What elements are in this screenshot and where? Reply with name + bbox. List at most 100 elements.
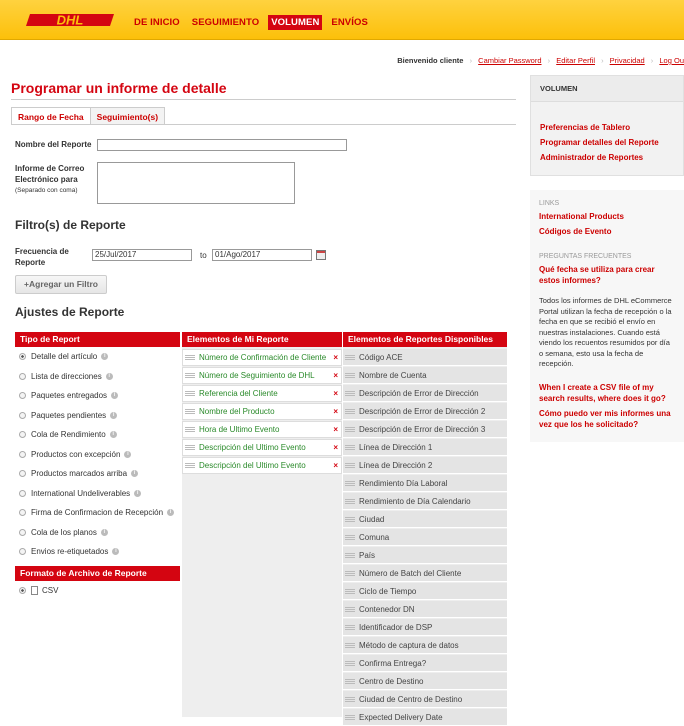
radio-button[interactable] (19, 392, 26, 400)
privacy-link[interactable]: Privacidad (610, 56, 645, 65)
drag-handle-icon[interactable] (345, 696, 355, 702)
remove-icon[interactable]: × (333, 443, 338, 452)
report-type-option[interactable]: Cola de Rendimiento i (15, 425, 180, 445)
nav-inicio[interactable]: DE INICIO (131, 15, 183, 30)
sidebar-link-event-codes[interactable]: Códigos de Evento (530, 224, 684, 239)
info-icon[interactable]: i (110, 411, 118, 419)
report-type-option[interactable]: Lista de direcciones i (15, 367, 180, 387)
drag-handle-icon[interactable] (185, 355, 195, 360)
sidebar-link-schedule-report[interactable]: Programar detalles del Reporte (531, 135, 683, 150)
info-icon[interactable]: i (111, 392, 119, 400)
available-element-item[interactable]: Línea de Dirección 2 (343, 457, 507, 474)
drag-handle-icon[interactable] (185, 445, 195, 450)
radio-button[interactable] (19, 411, 26, 419)
available-element-item[interactable]: Descripción de Error de Dirección (343, 385, 507, 402)
remove-icon[interactable]: × (333, 461, 338, 470)
available-element-item[interactable]: Identificador de DSP (343, 619, 507, 636)
report-type-option[interactable]: Cola de los planos i (15, 523, 180, 543)
info-icon[interactable]: i (124, 450, 132, 458)
available-element-item[interactable]: Rendimiento de Día Calendario (343, 493, 507, 510)
drag-handle-icon[interactable] (185, 409, 195, 414)
radio-button[interactable] (19, 528, 26, 536)
sidebar-link-report-admin[interactable]: Administrador de Reportes (531, 150, 683, 165)
drag-handle-icon[interactable] (345, 624, 355, 630)
available-element-item[interactable]: Contenedor DN (343, 601, 507, 618)
faq-question-view-reports[interactable]: Cómo puedo ver mis informes una vez que … (530, 406, 684, 432)
tab-tracking[interactable]: Seguimiento(s) (90, 107, 166, 125)
nav-envios[interactable]: ENVÍOS (328, 15, 371, 30)
my-element-item[interactable]: Descripción del Ultimo Evento × (182, 457, 342, 474)
drag-handle-icon[interactable] (345, 498, 355, 504)
info-icon[interactable]: i (105, 372, 113, 380)
info-icon[interactable]: i (109, 431, 117, 439)
add-filter-button[interactable]: +Agregar un Filtro (15, 275, 107, 294)
info-icon[interactable]: i (101, 353, 109, 361)
report-type-option[interactable]: Paquetes pendientes i (15, 406, 180, 426)
radio-button[interactable] (19, 450, 26, 458)
radio-button[interactable] (19, 470, 26, 478)
radio-button[interactable] (19, 489, 26, 497)
radio-button[interactable] (19, 353, 26, 361)
report-type-option[interactable]: Detalle del artículo i (15, 347, 180, 367)
report-type-option[interactable]: Productos marcados arriba i (15, 464, 180, 484)
radio-button[interactable] (19, 372, 26, 380)
drag-handle-icon[interactable] (185, 373, 195, 378)
info-icon[interactable]: i (112, 548, 120, 556)
remove-icon[interactable]: × (333, 389, 338, 398)
drag-handle-icon[interactable] (185, 427, 195, 432)
available-element-item[interactable]: Ciudad (343, 511, 507, 528)
drag-handle-icon[interactable] (345, 354, 355, 360)
available-element-item[interactable]: Rendimiento Día Laboral (343, 475, 507, 492)
drag-handle-icon[interactable] (345, 588, 355, 594)
available-element-item[interactable]: Ciudad de Centro de Destino (343, 691, 507, 708)
faq-question-date[interactable]: Qué fecha se utiliza para crear estos in… (530, 262, 684, 288)
my-element-item[interactable]: Referencia del Cliente × (182, 385, 342, 402)
available-element-item[interactable]: País (343, 547, 507, 564)
available-element-item[interactable]: Expected Delivery Date (343, 709, 507, 726)
drag-handle-icon[interactable] (345, 372, 355, 378)
available-element-item[interactable]: Nombre de Cuenta (343, 367, 507, 384)
info-icon[interactable]: i (131, 470, 139, 478)
available-element-item[interactable]: Centro de Destino (343, 673, 507, 690)
my-element-item[interactable]: Descripción del Ultimo Evento × (182, 439, 342, 456)
date-to-input[interactable]: 01/Ago/2017 (212, 249, 312, 261)
drag-handle-icon[interactable] (345, 426, 355, 432)
my-element-item[interactable]: Número de Confirmación de Cliente × (182, 349, 342, 366)
available-element-item[interactable]: Comuna (343, 529, 507, 546)
report-name-input[interactable] (97, 139, 347, 151)
radio-button[interactable] (19, 548, 26, 556)
edit-profile-link[interactable]: Editar Perfil (556, 56, 595, 65)
nav-seguimiento[interactable]: SEGUIMIENTO (189, 15, 262, 30)
info-icon[interactable]: i (100, 528, 108, 536)
csv-option[interactable]: CSV (15, 581, 180, 601)
radio-button[interactable] (19, 431, 26, 439)
available-element-item[interactable]: Descripción de Error de Dirección 3 (343, 421, 507, 438)
sidebar-link-dashboard-prefs[interactable]: Preferencias de Tablero (531, 120, 683, 135)
drag-handle-icon[interactable] (345, 570, 355, 576)
drag-handle-icon[interactable] (345, 660, 355, 666)
drag-handle-icon[interactable] (185, 463, 195, 468)
dhl-logo[interactable]: DHL (22, 10, 122, 30)
drag-handle-icon[interactable] (185, 391, 195, 396)
report-type-option[interactable]: Firma de Confirmacion de Recepción i (15, 503, 180, 523)
report-type-option[interactable]: Productos con excepción i (15, 445, 180, 465)
nav-volumen[interactable]: VOLUMEN (268, 15, 323, 30)
drag-handle-icon[interactable] (345, 606, 355, 612)
drag-handle-icon[interactable] (345, 714, 355, 720)
info-icon[interactable]: i (134, 489, 142, 497)
csv-radio[interactable] (19, 587, 26, 594)
email-textarea[interactable] (97, 162, 295, 204)
available-element-item[interactable]: Método de captura de datos (343, 637, 507, 654)
faq-question-csv[interactable]: When I create a CSV file of my search re… (530, 380, 684, 406)
drag-handle-icon[interactable] (345, 444, 355, 450)
remove-icon[interactable]: × (333, 425, 338, 434)
report-type-option[interactable]: Paquetes entregados i (15, 386, 180, 406)
my-element-item[interactable]: Hora de Ultimo Evento × (182, 421, 342, 438)
change-password-link[interactable]: Cambiar Password (478, 56, 541, 65)
drag-handle-icon[interactable] (345, 462, 355, 468)
drag-handle-icon[interactable] (345, 408, 355, 414)
calendar-icon[interactable] (316, 250, 326, 260)
drag-handle-icon[interactable] (345, 390, 355, 396)
drag-handle-icon[interactable] (345, 516, 355, 522)
available-element-item[interactable]: Descripción de Error de Dirección 2 (343, 403, 507, 420)
